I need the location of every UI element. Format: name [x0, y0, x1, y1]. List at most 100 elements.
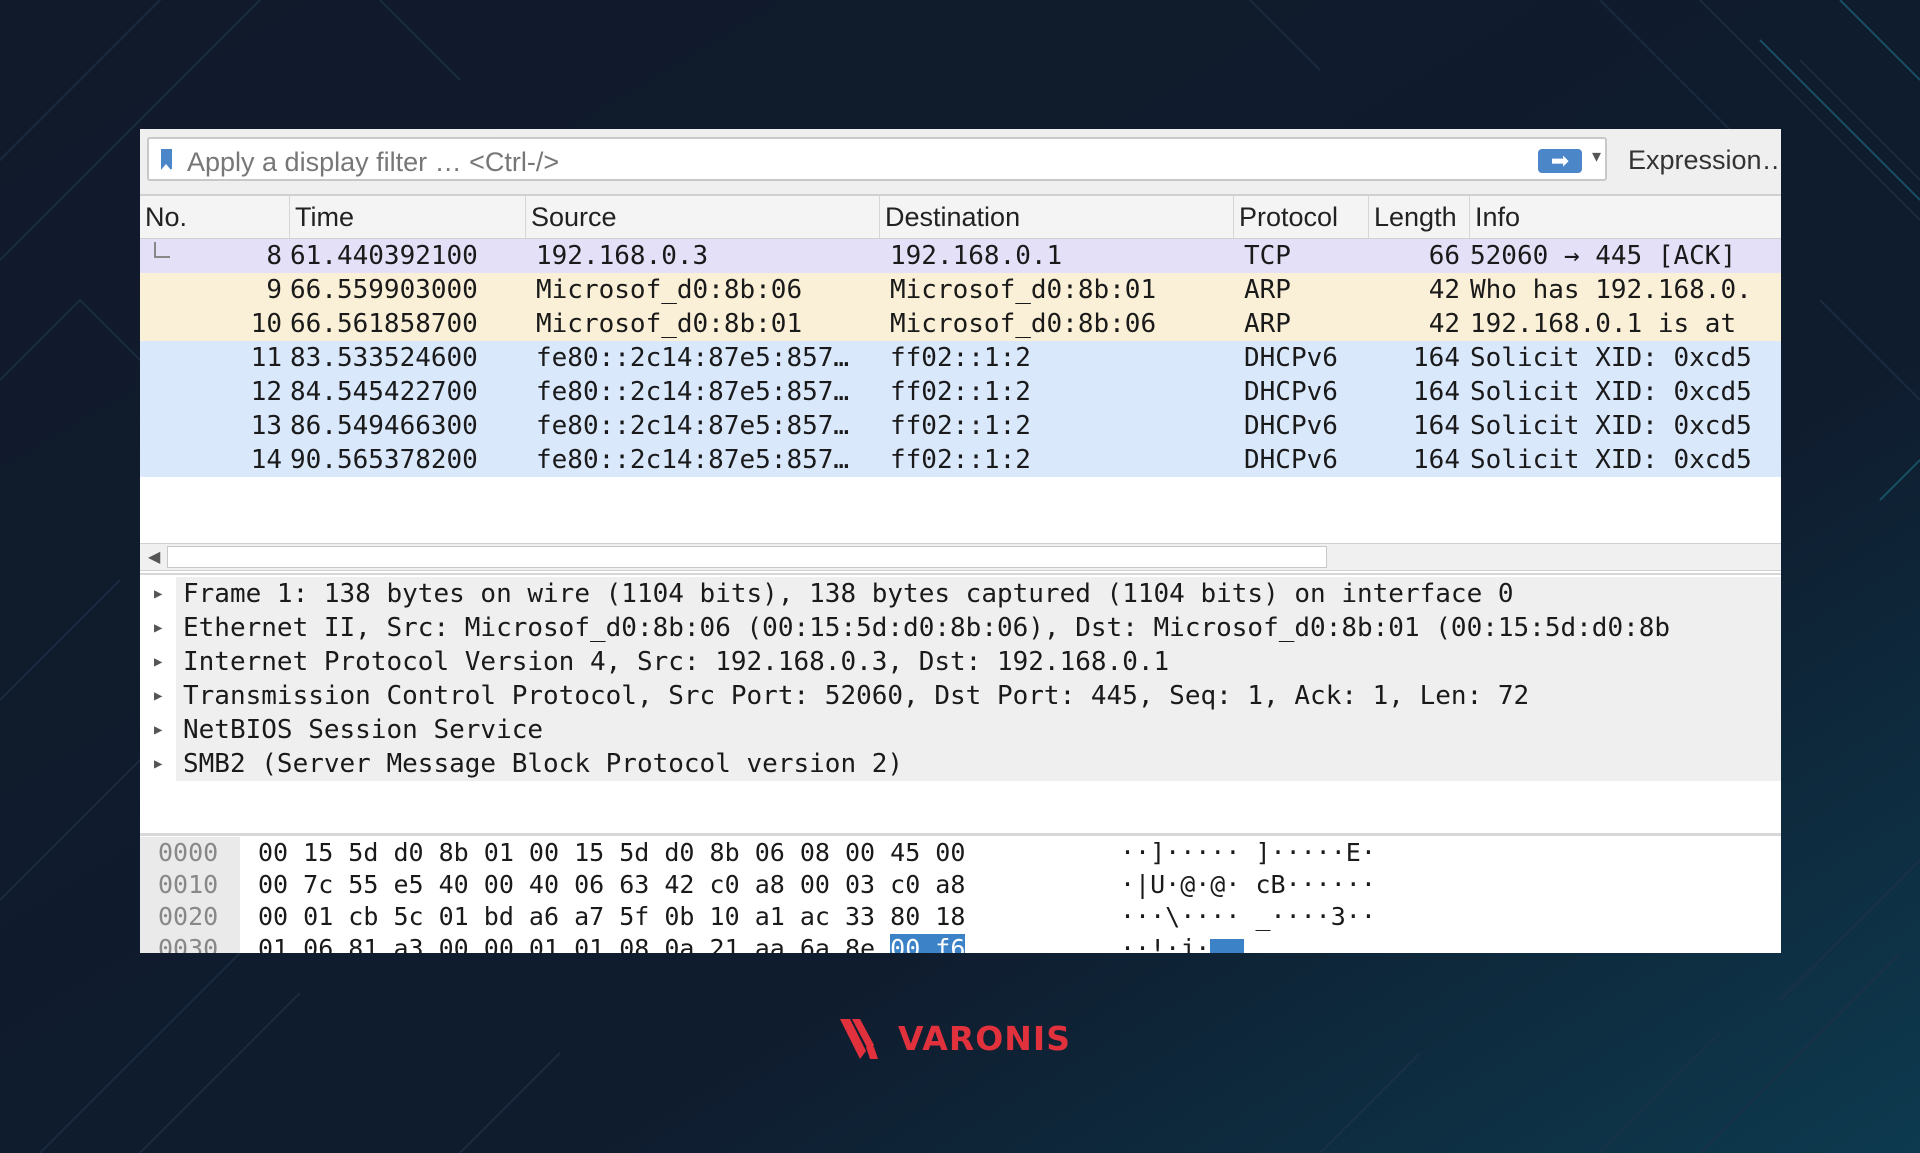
detail-text: Frame 1: 138 bytes on wire (1104 bits), …	[183, 579, 1514, 609]
column-header-no[interactable]: No.	[140, 196, 290, 238]
hex-offset: 0010	[140, 869, 240, 901]
cell-no: 8	[266, 241, 282, 271]
packet-list-header: No. Time Source Destination Protocol Len…	[140, 196, 1781, 239]
filter-history-dropdown-icon[interactable]: ▾	[1592, 146, 1601, 167]
hex-ascii-text: ··]····· ]·····E·	[1120, 838, 1376, 867]
expand-arrow-icon[interactable]: ▶	[154, 645, 162, 679]
detail-tree-item[interactable]: ▶ Transmission Control Protocol, Src Port…	[140, 679, 1781, 713]
cell-source: Microsof_d0:8b:06	[536, 275, 803, 305]
filter-placeholder: Apply a display filter … <Ctrl-/>	[187, 147, 560, 177]
expand-arrow-icon[interactable]: ▶	[154, 611, 162, 645]
hex-row[interactable]: 0000 00 15 5d d0 8b 01 00 15 5d d0 8b 06 …	[140, 837, 1781, 869]
packet-row[interactable]: 11 83.533524600 fe80::2c14:87e5:857… ff02::…	[140, 341, 1781, 375]
hex-bytes: 00 7c 55 e5 40 00 40 06 63 42 c0 a8 00 0…	[258, 869, 965, 901]
hex-ascii-selected[interactable]	[1210, 939, 1245, 953]
packet-row[interactable]: 12 84.545422700 fe80::2c14:87e5:857… ff02::…	[140, 375, 1781, 409]
cell-info: 52060 → 445 [ACK]	[1470, 241, 1737, 271]
hex-bytes-text: 00 01 cb 5c 01 bd a6 a7 5f 0b 10 a1 ac 3…	[258, 902, 966, 931]
hex-ascii-text: ··!·j·	[1120, 934, 1211, 953]
cell-destination: ff02::1:2	[890, 343, 1031, 373]
column-header-source[interactable]: Source	[526, 196, 880, 238]
cell-destination: Microsof_d0:8b:01	[890, 275, 1157, 305]
cell-time: 86.549466300	[290, 411, 478, 441]
cell-source: Microsof_d0:8b:01	[536, 309, 803, 339]
cell-source: fe80::2c14:87e5:857…	[536, 445, 850, 475]
detail-tree-item[interactable]: ▶ NetBIOS Session Service	[140, 713, 1781, 747]
cell-info: Solicit XID: 0xcd5	[1470, 411, 1752, 441]
cell-no: 12	[250, 377, 282, 407]
hex-ascii-text: ·|U·@·@· cB······	[1120, 870, 1376, 899]
packet-row[interactable]: 13 86.549466300 fe80::2c14:87e5:857… ff02::…	[140, 409, 1781, 443]
cell-destination: ff02::1:2	[890, 445, 1031, 475]
detail-text: Ethernet II, Src: Microsof_d0:8b:06 (00:…	[183, 613, 1671, 643]
cell-protocol: TCP	[1244, 241, 1291, 271]
scroll-left-arrow-icon[interactable]: ◀	[148, 547, 160, 567]
detail-tree-item[interactable]: ▶ Frame 1: 138 bytes on wire (1104 bits),…	[140, 577, 1781, 611]
cell-time: 61.440392100	[290, 241, 478, 271]
filter-toolbar: Apply a display filter … <Ctrl-/> ➡ ▾ Ex…	[140, 129, 1781, 196]
apply-filter-arrow-icon[interactable]: ➡	[1538, 149, 1582, 173]
cell-info: Solicit XID: 0xcd5	[1470, 445, 1752, 475]
hex-row[interactable]: 0010 00 7c 55 e5 40 00 40 06 63 42 c0 a8 …	[140, 869, 1781, 901]
column-header-length[interactable]: Length	[1369, 196, 1470, 238]
detail-tree-item[interactable]: ▶ Internet Protocol Version 4, Src: 192.1…	[140, 645, 1781, 679]
packet-row[interactable]: 9 66.559903000 Microsof_d0:8b:06 Microsof_d…	[140, 273, 1781, 307]
column-header-protocol[interactable]: Protocol	[1234, 196, 1369, 238]
packet-row[interactable]: 14 90.565378200 fe80::2c14:87e5:857… ff02::…	[140, 443, 1781, 477]
detail-tree-item[interactable]: ▶ Ethernet II, Src: Microsof_d0:8b:06 (00…	[140, 611, 1781, 645]
cell-length: 164	[1413, 343, 1460, 373]
cell-info: Solicit XID: 0xcd5	[1470, 343, 1752, 373]
cell-length: 164	[1413, 445, 1460, 475]
expand-arrow-icon[interactable]: ▶	[154, 679, 162, 713]
packet-row[interactable]: 10 66.561858700 Microsof_d0:8b:01 Microsof_…	[140, 307, 1781, 341]
cell-no: 14	[250, 445, 282, 475]
hex-bytes: 01 06 81 a3 00 00 01 01 08 0a 21 aa 6a 8…	[258, 933, 966, 953]
expression-button[interactable]: Expression…	[1628, 145, 1781, 176]
cell-length: 164	[1413, 377, 1460, 407]
cell-time: 84.545422700	[290, 377, 478, 407]
expand-arrow-icon[interactable]: ▶	[154, 577, 162, 611]
hex-bytes-selected[interactable]: 00 f6	[890, 934, 966, 953]
detail-text: SMB2 (Server Message Block Protocol vers…	[183, 749, 904, 779]
cell-source: fe80::2c14:87e5:857…	[536, 343, 850, 373]
column-header-time[interactable]: Time	[290, 196, 526, 238]
cell-length: 42	[1428, 309, 1460, 339]
cell-protocol: DHCPv6	[1244, 411, 1338, 441]
hex-bytes: 00 15 5d d0 8b 01 00 15 5d d0 8b 06 08 0…	[258, 837, 965, 869]
cell-destination: 192.168.0.1	[890, 241, 1063, 271]
packet-list: No. Time Source Destination Protocol Len…	[140, 196, 1781, 542]
cell-length: 66	[1428, 241, 1460, 271]
cell-destination: ff02::1:2	[890, 411, 1031, 441]
bookmark-icon[interactable]	[161, 149, 172, 170]
expand-arrow-icon[interactable]: ▶	[154, 747, 162, 781]
cell-time: 66.561858700	[290, 309, 478, 339]
hex-offset: 0020	[140, 901, 240, 933]
cell-info: Solicit XID: 0xcd5	[1470, 377, 1752, 407]
hex-offset: 0000	[140, 837, 240, 869]
cell-time: 66.559903000	[290, 275, 478, 305]
cell-source: 192.168.0.3	[536, 241, 709, 271]
hex-row[interactable]: 0020 00 01 cb 5c 01 bd a6 a7 5f 0b 10 a1 …	[140, 901, 1781, 933]
expand-arrow-icon[interactable]: ▶	[154, 713, 162, 747]
hex-ascii-text: ···\···· _····3··	[1120, 902, 1376, 931]
cell-info: 192.168.0.1 is at	[1470, 309, 1737, 339]
hex-bytes: 00 01 cb 5c 01 bd a6 a7 5f 0b 10 a1 ac 3…	[258, 901, 965, 933]
packet-row[interactable]: 8 61.440392100 192.168.0.3 192.168.0.1 TCP 66…	[140, 239, 1781, 273]
hex-ascii: ··]····· ]·····E·	[1120, 837, 1376, 869]
cell-protocol: DHCPv6	[1244, 343, 1338, 373]
display-filter-input[interactable]: Apply a display filter … <Ctrl-/> ➡ ▾	[147, 137, 1607, 181]
hex-bytes-text: 00 15 5d d0 8b 01 00 15 5d d0 8b 06 08 0…	[258, 838, 966, 867]
detail-tree-item[interactable]: ▶ SMB2 (Server Message Block Protocol ver…	[140, 747, 1781, 781]
cell-protocol: DHCPv6	[1244, 377, 1338, 407]
column-header-info[interactable]: Info	[1470, 196, 1781, 238]
cell-protocol: ARP	[1244, 309, 1291, 339]
hex-bytes-text: 01 06 81 a3 00 00 01 01 08 0a 21 aa 6a 8…	[258, 934, 891, 953]
scrollbar-thumb[interactable]	[167, 546, 1327, 568]
packet-list-horizontal-scrollbar[interactable]: ◀	[140, 543, 1781, 571]
brand-name: VARONIS	[898, 1019, 1071, 1058]
hex-row[interactable]: 0030 01 06 81 a3 00 00 01 01 08 0a 21 aa …	[140, 933, 1781, 953]
cell-length: 42	[1428, 275, 1460, 305]
cell-time: 90.565378200	[290, 445, 478, 475]
cell-time: 83.533524600	[290, 343, 478, 373]
column-header-destination[interactable]: Destination	[880, 196, 1234, 238]
